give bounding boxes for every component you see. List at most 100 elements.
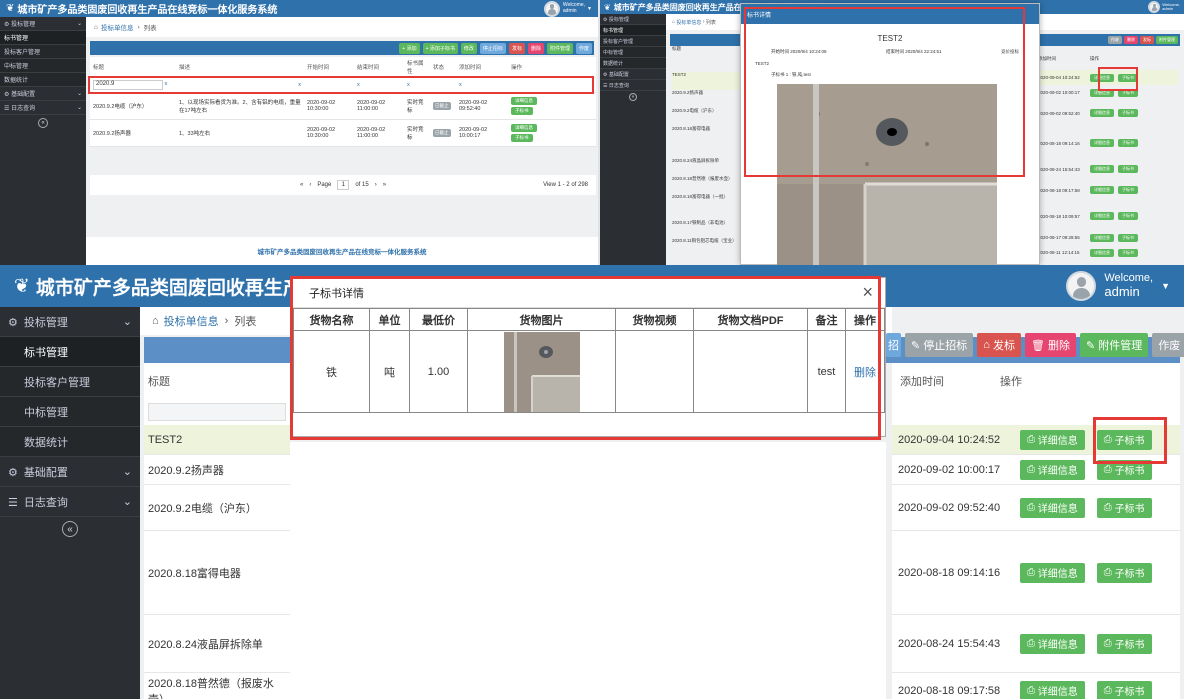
user-menu[interactable]: Welcome, admin — [1148, 1, 1180, 13]
sidebar-item-statistics[interactable]: 数据统计 — [0, 427, 140, 457]
col-status[interactable]: 状态 — [430, 57, 456, 78]
detail-button[interactable]: 详细信息 — [1090, 109, 1114, 117]
sub-tender-button[interactable]: 子标书 — [511, 134, 533, 142]
sidebar-item-base-config[interactable]: ⚙ 基础配置 ⌄ — [0, 87, 86, 101]
sidebar-item-tender-docs[interactable]: 标书管理 — [600, 25, 666, 36]
sidebar-item-bid-customers[interactable]: 投标客户管理 — [0, 367, 140, 397]
sidebar-item-logs[interactable]: ☰ 日志查询 — [600, 80, 666, 91]
sub-tender-button[interactable]: ⎙ 子标书 — [1096, 459, 1152, 480]
sub-tender-button[interactable]: 子标书 — [1118, 88, 1138, 97]
sidebar-item-awards[interactable]: 中标管理 — [600, 47, 666, 58]
table-row[interactable]: 2020.9.2扬声器 — [144, 455, 290, 485]
add-button[interactable]: + 添加 — [399, 42, 420, 54]
sidebar-item-tender-docs[interactable]: 标书管理 — [0, 31, 86, 45]
sub-tender-button[interactable]: ⎙ 子标书 — [1096, 680, 1152, 699]
breadcrumb-root[interactable]: 投标单信息 — [676, 19, 701, 26]
table-row[interactable]: 2020-09-02 10:00:17 ⎙ 详细信息 ⎙ 子标书 — [892, 455, 1180, 485]
prev-page-icon[interactable]: ‹ — [309, 182, 311, 188]
delete-button[interactable]: 🗑 删除 — [1025, 333, 1077, 357]
sub-tender-button[interactable]: ⎙ 子标书 — [1096, 429, 1152, 450]
col-start[interactable]: 开始时间 — [304, 57, 354, 78]
delete-button[interactable]: 删除 — [527, 42, 544, 54]
delete-link[interactable]: 删除 — [854, 367, 876, 379]
user-menu[interactable]: Welcome, admin ▼ — [543, 0, 592, 17]
user-menu[interactable]: Welcome, admin ▼ — [1066, 271, 1170, 301]
delete-button[interactable]: 删除 — [1124, 36, 1138, 44]
sidebar-item-statistics[interactable]: 数据统计 — [600, 58, 666, 69]
list-item[interactable]: 2020.8.11铜包铝芯电缆（宝业） — [672, 238, 742, 256]
table-row[interactable]: 2020.9.2扬声器 1、33吨左右 2020-09-02 10:30:00 … — [90, 119, 596, 147]
detail-button[interactable]: ⎙ 详细信息 — [1020, 459, 1085, 480]
table-row[interactable]: 2020.8.24液晶屏拆除单 — [144, 615, 290, 673]
list-item[interactable]: 2020.8.18富得电器 — [672, 126, 742, 158]
col-desc[interactable]: 描述 — [176, 57, 304, 78]
clear-filter-icon[interactable]: x — [407, 82, 410, 88]
sidebar-item-bid-management[interactable]: ⚙ 投标管理 ⌄ — [0, 307, 140, 337]
void-button[interactable]: 作废 — [1108, 36, 1122, 44]
next-page-icon[interactable]: › — [375, 182, 377, 188]
sidebar-item-tender-docs[interactable]: 标书管理 — [0, 337, 140, 367]
stop-bidding-button[interactable]: 停止招标 — [479, 42, 506, 54]
sidebar-item-statistics[interactable]: 数据统计 — [0, 73, 86, 87]
detail-button[interactable]: 详细信息 — [511, 124, 537, 132]
clear-filter-icon[interactable]: x — [298, 82, 301, 88]
sidebar-item-awards[interactable]: 中标管理 — [0, 397, 140, 427]
breadcrumb-root[interactable]: 投标单信息 — [164, 313, 219, 329]
clear-filter-icon[interactable]: x — [357, 82, 360, 88]
sidebar-item-bid-customers[interactable]: 投标客户管理 — [0, 45, 86, 59]
list-item[interactable]: 2020.9.2扬声器 — [672, 90, 742, 108]
col-attr[interactable]: 标书属性 — [404, 57, 430, 78]
attachment-button[interactable]: 附件管理 — [546, 42, 573, 54]
detail-button[interactable]: 详细信息 — [1090, 248, 1114, 257]
sub-tender-button[interactable]: 子标书 — [511, 107, 533, 115]
breadcrumb-root[interactable]: 投标单信息 — [101, 22, 134, 32]
void-button[interactable]: 作废 — [1152, 333, 1184, 357]
table-row[interactable]: 2020-09-02 09:52:40 ⎙ 详细信息 ⎙ 子标书 — [892, 485, 1180, 531]
detail-button[interactable]: 详细信息 — [1090, 139, 1114, 147]
sub-tender-button[interactable]: 子标书 — [1118, 186, 1138, 194]
detail-button[interactable]: 详细信息 — [511, 97, 537, 105]
page-input[interactable]: 1 — [337, 180, 350, 190]
table-row[interactable]: 2020.8.18普然德（报废水壶） — [144, 673, 290, 699]
list-item[interactable]: 2020.8.18普然德（报废水壶） — [672, 176, 742, 194]
detail-button[interactable]: ⎙ 详细信息 — [1020, 562, 1085, 583]
list-item[interactable]: 2020.9.2电缆（沪东） — [672, 108, 742, 126]
sub-tender-button[interactable]: 子标书 — [1118, 139, 1138, 147]
table-row[interactable]: 2020-08-18 09:14:16 ⎙ 详细信息 ⎙ 子标书 — [892, 531, 1180, 615]
sidebar-item-logs[interactable]: ☰ 日志查询 ⌄ — [0, 487, 140, 517]
sub-tender-button[interactable]: ⎙ 子标书 — [1096, 633, 1152, 654]
table-row[interactable]: 2020-09-04 10:24:52 ⎙ 详细信息 ⎙ 子标书 — [892, 425, 1180, 455]
detail-button[interactable]: ⎙ 详细信息 — [1020, 680, 1085, 699]
edit-button[interactable]: 修改 — [460, 42, 477, 54]
attachment-button[interactable]: ✎ 附件管理 — [1080, 333, 1149, 357]
stop-bidding-button[interactable]: ✎ 停止招标 — [905, 333, 974, 357]
detail-button[interactable]: ⎙ 详细信息 — [1020, 429, 1085, 450]
col-added[interactable]: 添加时间 — [456, 57, 508, 78]
table-row[interactable]: 2020.9.2电缆（沪东） — [144, 485, 290, 531]
sub-tender-button[interactable]: 子标书 — [1118, 248, 1138, 257]
table-row[interactable]: TEST2 — [144, 425, 290, 455]
sidebar-item-logs[interactable]: ☰ 日志查询 ⌄ — [0, 101, 86, 115]
goods-thumbnail[interactable] — [503, 331, 580, 412]
clear-filter-icon[interactable]: x — [165, 81, 168, 87]
publish-button[interactable]: 发标 — [1140, 36, 1154, 44]
detail-button[interactable]: 详细信息 — [1090, 73, 1114, 82]
detail-button[interactable]: ⎙ 详细信息 — [1020, 633, 1085, 654]
col-title[interactable]: 标题 — [144, 363, 290, 399]
table-row[interactable]: 2020.9.2电缆（沪东） 1、以现场实际看货为准。2、含有铝的电缆，重量在1… — [90, 92, 596, 120]
add-sub-tender-button[interactable]: + 添加子标书 — [422, 42, 458, 54]
detail-button[interactable]: ⎙ 详细信息 — [1020, 497, 1085, 518]
clear-filter-icon[interactable]: x — [459, 82, 462, 88]
sub-tender-button[interactable]: ⎙ 子标书 — [1096, 562, 1152, 583]
sidebar-item-base-config[interactable]: ⚙ 基础配置 ⌄ — [0, 457, 140, 487]
sidebar-item-bid-management[interactable]: ⚙ 投标管理 ⌄ — [0, 17, 86, 31]
sub-tender-button[interactable]: 子标书 — [1118, 73, 1138, 82]
detail-button[interactable]: 详细信息 — [1090, 165, 1114, 173]
sub-tender-button[interactable]: 子标书 — [1118, 109, 1138, 117]
collapse-sidebar-icon[interactable]: « — [38, 118, 48, 128]
sub-tender-button[interactable]: ⎙ 子标书 — [1096, 497, 1152, 518]
detail-button[interactable]: 详细信息 — [1090, 212, 1114, 220]
first-page-icon[interactable]: « — [300, 182, 303, 188]
sub-tender-button[interactable]: 子标书 — [1118, 212, 1138, 220]
table-row[interactable]: 2020.8.18富得电器 — [144, 531, 290, 615]
